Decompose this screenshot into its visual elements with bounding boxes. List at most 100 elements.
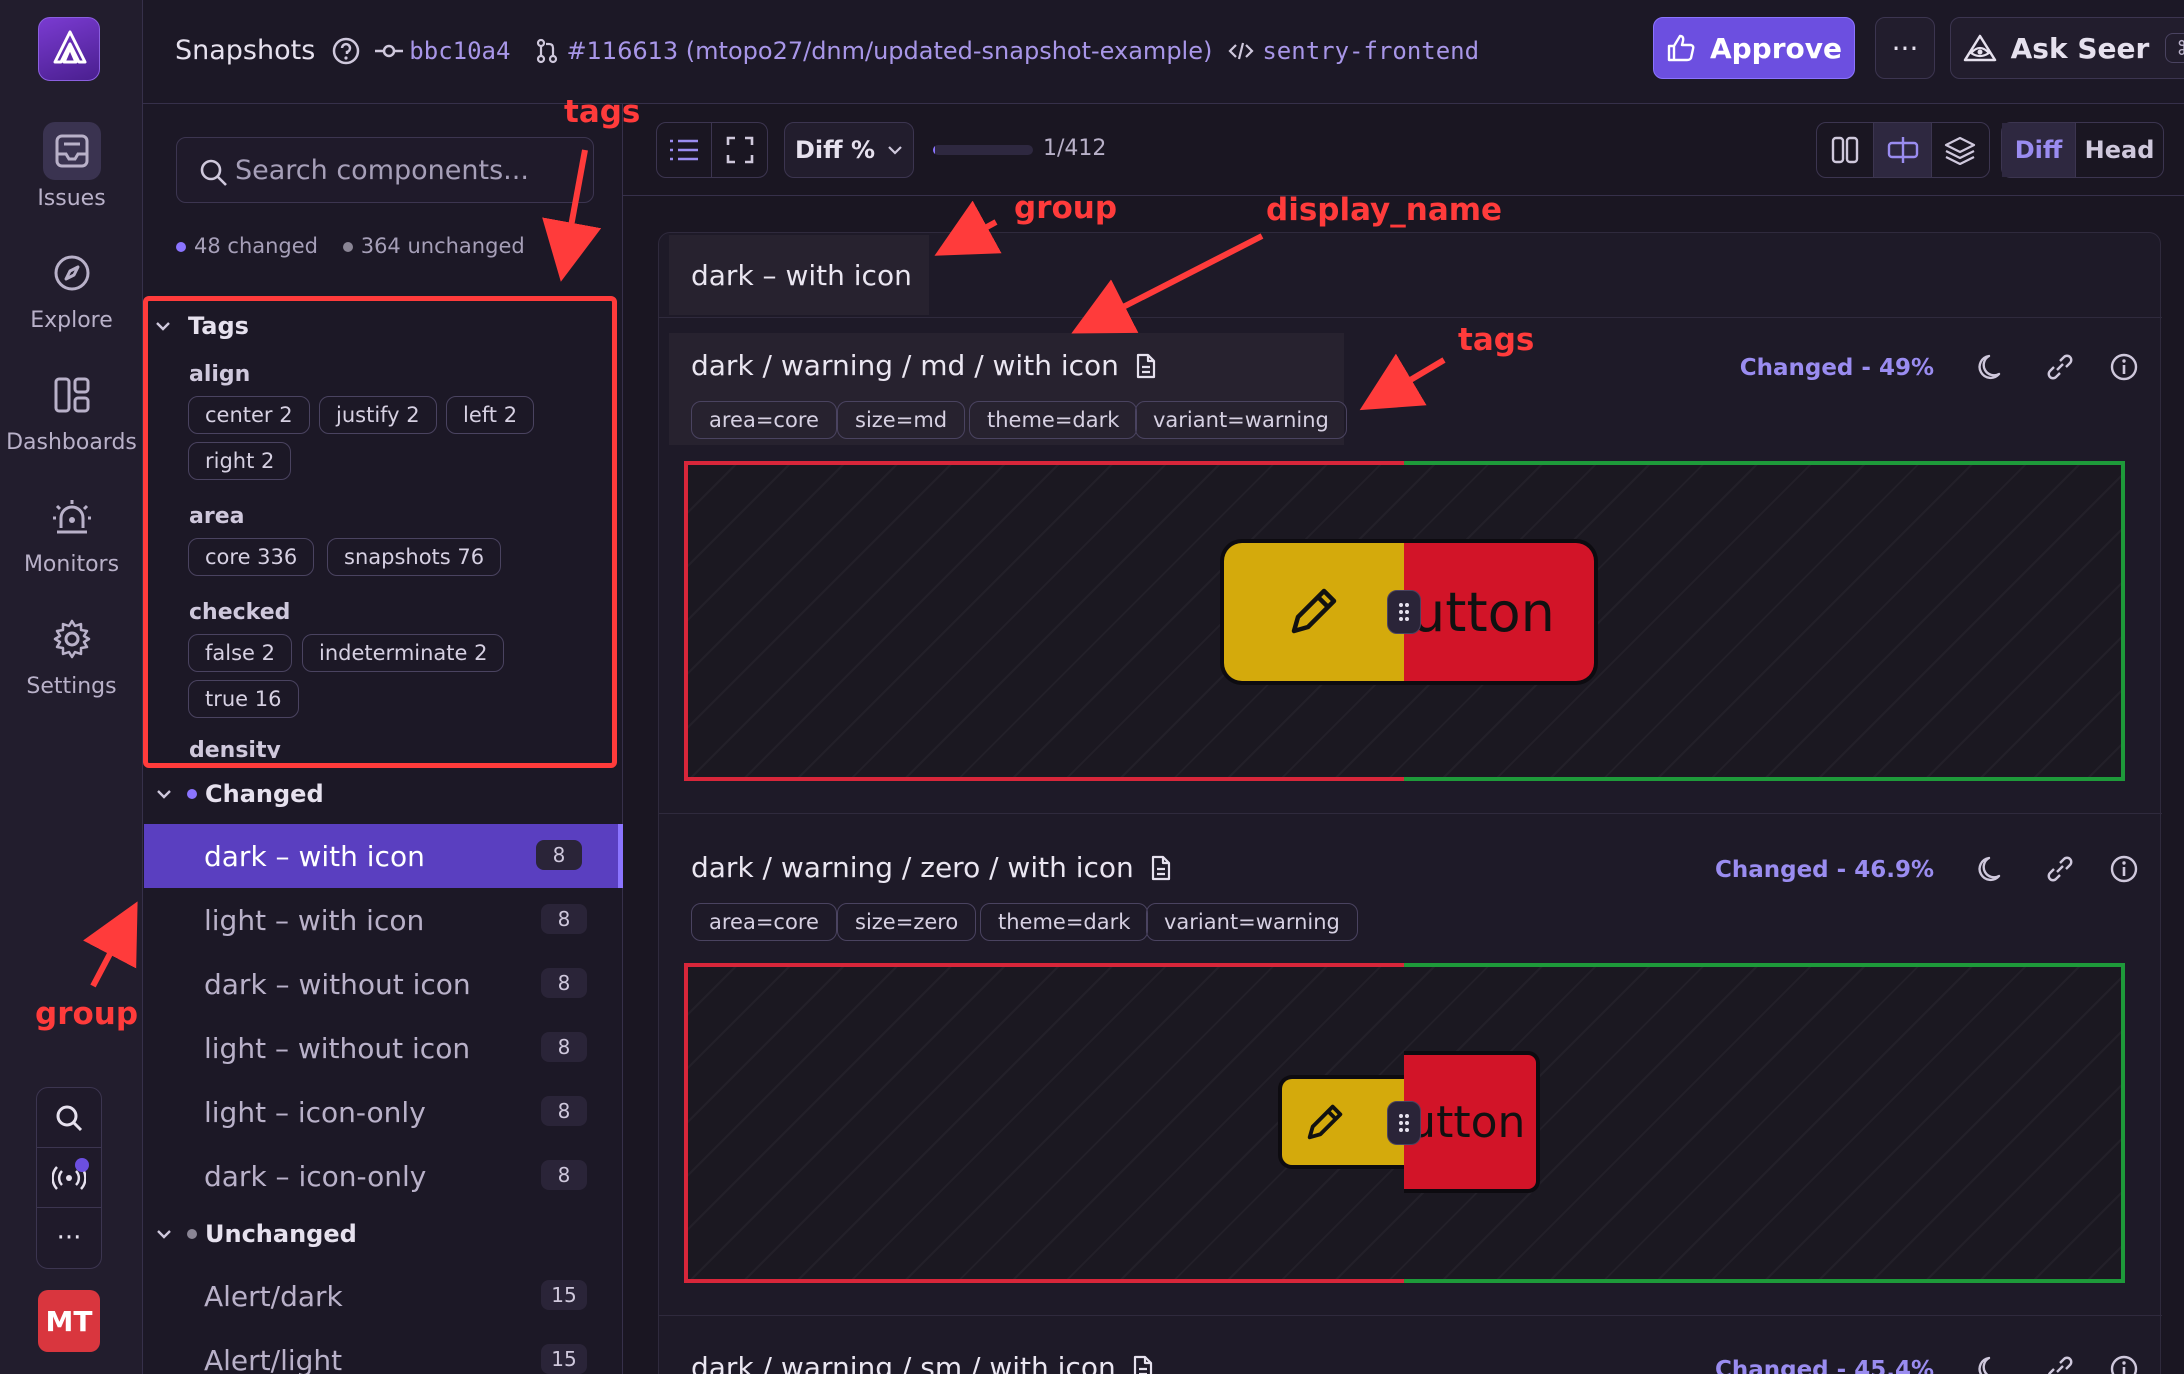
compare-mode-group xyxy=(1816,122,1990,178)
rail-item-dashboards[interactable]: Dashboards xyxy=(0,366,143,455)
annotation-tags-box xyxy=(143,296,617,768)
viewer-toolbar: Diff % 1/412 Diff Head xyxy=(623,104,2184,196)
snapshot-tag[interactable]: size=zero xyxy=(837,903,977,941)
file-icon[interactable] xyxy=(1135,353,1157,379)
rail-item-settings[interactable]: Settings xyxy=(0,610,143,699)
group-item[interactable]: Alert/dark 15 xyxy=(144,1264,623,1328)
group-panel: dark – with icon dark / warning / md / w… xyxy=(658,232,2162,1374)
snapshot-tag[interactable]: variant=warning xyxy=(1135,401,1347,439)
rail-item-explore[interactable]: Explore xyxy=(0,244,143,333)
file-icon[interactable] xyxy=(1132,1355,1154,1374)
snapshot-tag[interactable]: size=md xyxy=(837,401,966,439)
rail-label: Settings xyxy=(26,674,117,699)
project-link[interactable]: sentry-frontend xyxy=(1262,37,1479,65)
link-icon[interactable] xyxy=(2040,849,2080,889)
rail-label: Dashboards xyxy=(6,430,137,455)
layers-icon[interactable] xyxy=(1932,123,1989,177)
group-item-count: 15 xyxy=(541,1344,587,1374)
moon-icon[interactable] xyxy=(1972,1349,2012,1374)
broadcast-icon[interactable] xyxy=(37,1148,101,1208)
progress-fill xyxy=(933,145,935,155)
annotation-label: group xyxy=(35,996,139,1032)
commit-link[interactable]: bbc10a4 xyxy=(409,37,510,65)
compare-slider-handle[interactable] xyxy=(1387,1101,1421,1145)
divider xyxy=(659,813,2162,814)
link-icon[interactable] xyxy=(2040,1349,2080,1374)
fullscreen-icon[interactable] xyxy=(712,123,767,177)
help-icon[interactable] xyxy=(331,36,361,66)
group-item-label: dark – without icon xyxy=(204,967,471,1001)
ask-seer-label: Ask Seer xyxy=(2010,31,2150,65)
search-icon[interactable] xyxy=(37,1088,101,1148)
commit-icon xyxy=(375,41,404,61)
slider-compare-icon[interactable] xyxy=(1874,123,1932,177)
rail-label: Issues xyxy=(37,186,106,211)
more-actions-button[interactable]: ··· xyxy=(1875,17,1935,79)
seer-eye-icon xyxy=(1963,33,1997,63)
group-item-label: light – icon-only xyxy=(204,1095,426,1129)
pencil-icon xyxy=(1302,1099,1348,1145)
link-icon[interactable] xyxy=(2040,347,2080,387)
group-item-label: dark – icon-only xyxy=(204,1159,427,1193)
moon-icon[interactable] xyxy=(1972,849,2012,889)
group-item[interactable]: light – with icon 8 xyxy=(144,888,623,952)
page-title: Snapshots xyxy=(175,35,316,66)
unchanged-section-header[interactable]: Unchanged xyxy=(155,1220,357,1248)
group-item[interactable]: dark – with icon 8 xyxy=(144,824,623,888)
unchanged-count: 364 unchanged xyxy=(360,234,525,258)
annotation-label: tags xyxy=(1458,322,1535,358)
snapshot-diff-image[interactable]: Button xyxy=(684,963,2125,1283)
button-preview-base xyxy=(1278,1075,1404,1169)
snapshot-diff-image[interactable]: Button xyxy=(684,461,2125,781)
dashboard-icon xyxy=(43,366,101,424)
list-view-icon[interactable] xyxy=(657,123,712,177)
rail-item-issues[interactable]: Issues xyxy=(0,122,143,211)
button-preview-head: Button xyxy=(1404,539,1598,685)
split-view-icon[interactable] xyxy=(1817,123,1875,177)
moon-icon[interactable] xyxy=(1972,347,2012,387)
inbox-icon xyxy=(42,122,101,180)
snapshot-tag[interactable]: variant=warning xyxy=(1146,903,1358,941)
info-icon[interactable] xyxy=(2104,849,2144,889)
group-item[interactable]: light – icon-only 8 xyxy=(144,1080,623,1144)
rail-label: Explore xyxy=(30,308,113,333)
sort-label: Diff % xyxy=(795,136,875,164)
group-item-count: 8 xyxy=(541,1160,587,1190)
snapshot-display-name: dark / warning / md / with icon xyxy=(691,349,1119,382)
snapshot-tag[interactable]: theme=dark xyxy=(980,903,1149,941)
sort-dropdown[interactable]: Diff % xyxy=(784,122,914,178)
snapshot-title: dark / warning / md / with icon xyxy=(691,349,1157,382)
thumbs-up-icon xyxy=(1666,33,1696,63)
head-tab[interactable]: Head xyxy=(2076,123,2163,177)
rail-item-monitors[interactable]: Monitors xyxy=(0,488,143,577)
group-item[interactable]: light – without icon 8 xyxy=(144,1016,623,1080)
snapshot-tag[interactable]: area=core xyxy=(691,401,837,439)
changed-header-label: Changed xyxy=(205,780,324,808)
group-item[interactable]: Alert/light 15 xyxy=(144,1328,623,1374)
unchanged-header-label: Unchanged xyxy=(205,1220,357,1248)
avatar[interactable]: MT xyxy=(38,1290,100,1352)
progress-track xyxy=(933,145,1033,155)
compare-slider-handle[interactable] xyxy=(1387,590,1421,634)
info-icon[interactable] xyxy=(2104,347,2144,387)
search-input[interactable]: Search components... xyxy=(176,137,594,203)
header-bar: Snapshots bbc10a4 #116613 (mtopo27/dnm/u… xyxy=(175,35,1479,66)
group-item[interactable]: dark – without icon 8 xyxy=(144,952,623,1016)
approve-button[interactable]: Approve xyxy=(1653,17,1855,79)
group-item[interactable]: dark – icon-only 8 xyxy=(144,1144,623,1208)
diff-tab[interactable]: Diff xyxy=(2002,123,2077,177)
file-icon[interactable] xyxy=(1150,855,1172,881)
divider xyxy=(659,317,2162,318)
search-icon xyxy=(199,158,229,188)
view-toggle-group xyxy=(656,122,768,178)
unchanged-dot xyxy=(187,1229,197,1239)
sentry-logo[interactable] xyxy=(38,17,100,81)
snapshot-tag[interactable]: area=core xyxy=(691,903,837,941)
changed-section-header[interactable]: Changed xyxy=(155,780,324,808)
info-icon[interactable] xyxy=(2104,1349,2144,1374)
snapshot-tag[interactable]: theme=dark xyxy=(969,401,1138,439)
pr-link[interactable]: #116613 (mtopo27/dnm/updated-snapshot-ex… xyxy=(566,37,1212,65)
group-item-count: 8 xyxy=(541,1032,587,1062)
more-icon[interactable]: ··· xyxy=(37,1208,101,1268)
ask-seer-button[interactable]: Ask Seer ⌘ / xyxy=(1950,17,2184,79)
